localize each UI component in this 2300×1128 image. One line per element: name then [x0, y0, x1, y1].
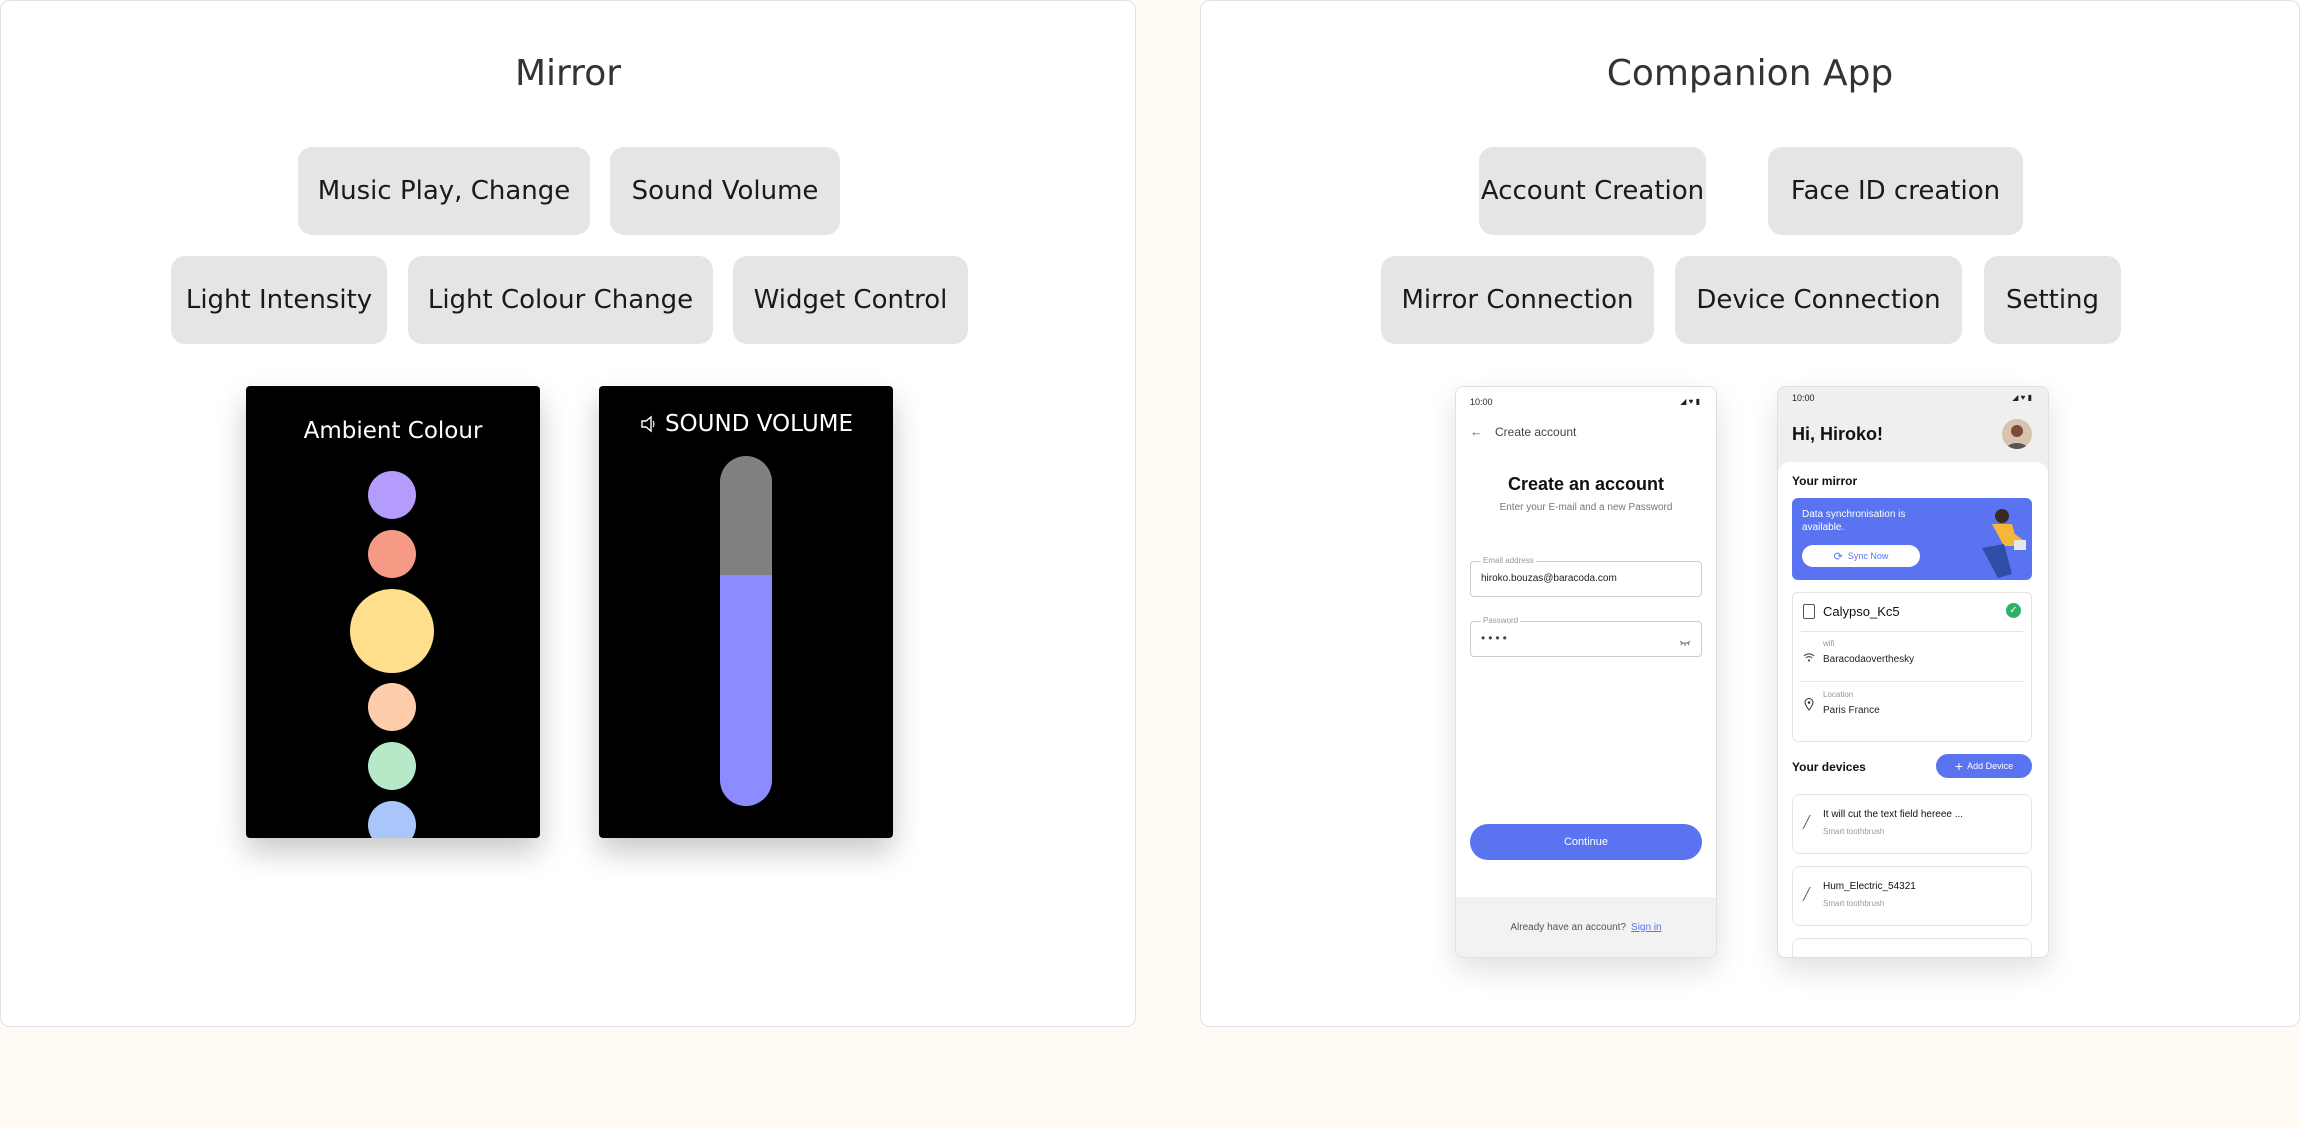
colour-swatch-purple[interactable] — [368, 471, 416, 519]
chip-device-connection[interactable]: Device Connection — [1675, 256, 1962, 344]
sound-volume-header: SOUND VOLUME — [599, 411, 893, 437]
device-card[interactable]: ╱ Hum_Electric_54321 Smart toothbrush — [1792, 866, 2032, 926]
plus-icon: + — [1954, 758, 1964, 774]
chip-light-colour-change[interactable]: Light Colour Change — [408, 256, 713, 344]
sync-icon: ⟳ — [1833, 550, 1843, 563]
add-device-label: Add Device — [1967, 761, 2014, 771]
home-content: Your mirror Data synchronisation is avai… — [1778, 462, 2048, 957]
chip-music-play[interactable]: Music Play, Change — [298, 147, 590, 235]
password-field[interactable]: Password •••• — [1470, 616, 1702, 657]
your-devices-heading: Your devices — [1792, 760, 1866, 774]
status-icons: ◢ ♥ ▮ — [1680, 397, 1700, 406]
wifi-value: Baracodaoverthesky — [1823, 654, 1915, 665]
chip-setting[interactable]: Setting — [1984, 256, 2121, 344]
mirror-device-icon — [1803, 604, 1815, 619]
chip-face-id-creation[interactable]: Face ID creation — [1768, 147, 2023, 235]
ambient-colour-card: Ambient Colour — [246, 386, 540, 838]
colour-swatch-blue[interactable] — [368, 801, 416, 838]
chip-widget-control[interactable]: Widget Control — [733, 256, 968, 344]
add-device-button[interactable]: + Add Device — [1936, 754, 2032, 778]
mirror-panel: Mirror Music Play, Change Sound Volume L… — [0, 0, 1136, 1027]
signin-footer: Already have an account? Sign in — [1456, 897, 1716, 957]
wifi-label: wifi — [1823, 639, 1835, 648]
sync-now-button[interactable]: ⟳ Sync Now — [1802, 545, 1920, 567]
ambient-colour-title: Ambient Colour — [303, 418, 483, 444]
volume-slider-fill — [720, 575, 772, 806]
mirror-name: Calypso_Kc5 — [1823, 604, 1900, 619]
wifi-icon — [1803, 649, 1815, 667]
sync-banner: Data synchronisation is available. ⟳ Syn… — [1792, 498, 2032, 580]
create-account-screen: 10:00 ◢ ♥ ▮ ← Create account Create an a… — [1455, 386, 1717, 958]
location-label: Location — [1823, 690, 1854, 699]
device-type: Smart toothbrush — [1823, 827, 1885, 836]
device-type: Smart toothbrush — [1823, 899, 1885, 908]
connected-check-icon: ✓ — [2006, 603, 2021, 618]
home-screen: 10:00 ◢ ♥ ▮ Hi, Hiroko! Your mirror Data… — [1777, 386, 2049, 958]
create-account-heading: Create an account — [1507, 474, 1665, 494]
sync-text: Data synchronisation is available. — [1802, 509, 1906, 533]
continue-label: Continue — [1563, 836, 1609, 848]
chip-light-intensity[interactable]: Light Intensity — [171, 256, 387, 344]
your-mirror-heading: Your mirror — [1792, 474, 1858, 488]
chip-account-creation[interactable]: Account Creation — [1479, 147, 1706, 235]
greeting: Hi, Hiroko! — [1792, 424, 1884, 444]
chip-mirror-connection[interactable]: Mirror Connection — [1381, 256, 1654, 344]
footer-text: Already have an account? — [1510, 921, 1627, 933]
signin-link[interactable]: Sign in — [1631, 922, 1662, 933]
continue-button[interactable]: Continue — [1470, 824, 1702, 860]
password-value: •••• — [1481, 631, 1510, 645]
person-illustration-icon — [1942, 502, 2032, 580]
colour-swatch-mint[interactable] — [368, 742, 416, 790]
mirror-info-card: Calypso_Kc5 ✓ wifi Baracodaoverthesky Lo… — [1792, 592, 2032, 742]
password-label: Password — [1481, 616, 1521, 625]
mirror-title: Mirror — [514, 53, 622, 94]
colour-swatch-yellow-selected[interactable] — [350, 589, 434, 673]
email-value: hiroko.bouzas@baracoda.com — [1481, 573, 1617, 584]
create-account-subheading: Enter your E-mail and a new Password — [1499, 502, 1673, 513]
volume-slider[interactable] — [720, 456, 772, 806]
create-account-nav-title: Create account — [1495, 425, 1577, 439]
divider — [1801, 681, 2023, 682]
companion-app-panel: Companion App Account Creation Face ID c… — [1200, 0, 2300, 1027]
device-name: It will cut the text field hereee ... — [1823, 809, 1964, 820]
email-field[interactable]: Email address hiroko.bouzas@baracoda.com — [1470, 556, 1702, 597]
toothbrush-icon: ╱ — [1803, 887, 1811, 901]
chip-sound-volume[interactable]: Sound Volume — [610, 147, 840, 235]
device-card[interactable]: ╱ It will cut the text field hereee ... … — [1792, 794, 2032, 854]
device-name: Hum_Electric_54321 — [1823, 881, 1916, 892]
sync-now-label: Sync Now — [1847, 551, 1889, 561]
eye-hidden-icon[interactable] — [1679, 634, 1691, 652]
companion-app-title: Companion App — [1606, 53, 1894, 94]
sound-volume-title: SOUND VOLUME — [664, 411, 854, 437]
colour-swatch-coral[interactable] — [368, 530, 416, 578]
colour-swatch-peach[interactable] — [368, 683, 416, 731]
device-card-partial[interactable] — [1792, 938, 2032, 957]
speaker-icon — [639, 414, 659, 434]
status-time: 10:00 — [1792, 393, 1815, 403]
avatar[interactable] — [2002, 419, 2032, 449]
toothbrush-icon: ╱ — [1803, 815, 1811, 829]
divider — [1801, 631, 2023, 632]
email-label: Email address — [1481, 556, 1536, 565]
status-icons: ◢ ♥ ▮ — [2012, 393, 2032, 402]
back-arrow-icon[interactable]: ← — [1470, 424, 1483, 439]
status-time: 10:00 — [1470, 397, 1493, 407]
sound-volume-card: SOUND VOLUME — [599, 386, 893, 838]
location-pin-icon — [1804, 698, 1814, 716]
location-value: Paris France — [1823, 705, 1880, 716]
